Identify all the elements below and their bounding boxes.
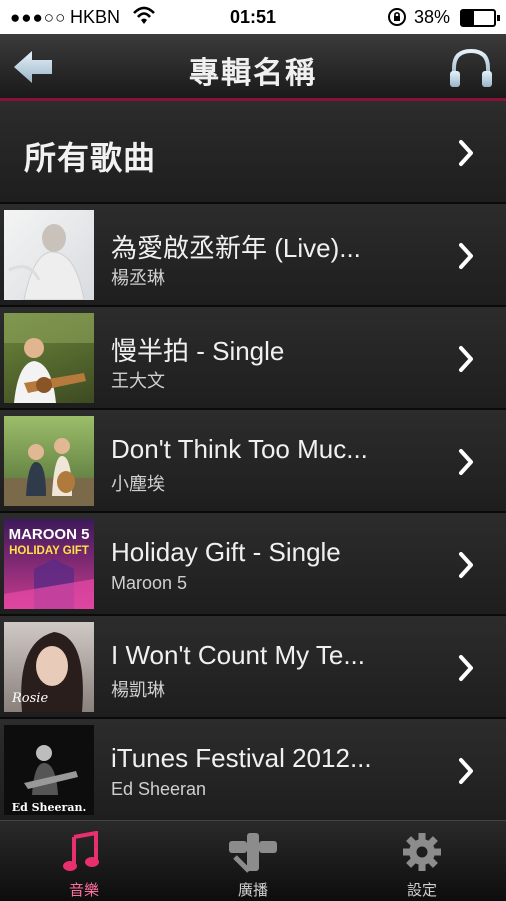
album-art: Ed Sheeran. bbox=[4, 725, 94, 815]
tab-music[interactable]: 音樂 bbox=[0, 821, 168, 901]
chevron-right-icon bbox=[459, 140, 473, 166]
album-art: Rosie bbox=[4, 622, 94, 712]
album-row[interactable]: Don't Think Too Muc... 小塵埃 bbox=[0, 410, 506, 513]
cover-text: Ed Sheeran. bbox=[12, 801, 87, 814]
nav-bar: 專輯名稱 bbox=[0, 34, 506, 101]
album-row[interactable]: 慢半拍 - Single 王大文 bbox=[0, 307, 506, 410]
album-artist: 小塵埃 bbox=[111, 474, 165, 494]
chevron-right-icon bbox=[459, 449, 473, 475]
chevron-right-icon bbox=[459, 552, 473, 578]
album-row[interactable]: MAROON 5 HOLIDAY GIFT Holiday Gift - Sing… bbox=[0, 513, 506, 616]
all-songs-label: 所有歌曲 bbox=[24, 140, 157, 176]
tab-broadcast[interactable]: 廣播 bbox=[169, 821, 337, 901]
battery-icon bbox=[460, 9, 500, 27]
album-art bbox=[4, 210, 94, 300]
album-artist: 楊凱琳 bbox=[111, 680, 165, 700]
music-note-icon bbox=[63, 831, 99, 871]
tab-bar: 音樂 廣播 設定 bbox=[0, 820, 506, 901]
album-row[interactable]: Ed Sheeran. iTunes Festival 2012... Ed S… bbox=[0, 719, 506, 820]
album-artist: 楊丞琳 bbox=[111, 268, 165, 288]
album-art: MAROON 5 HOLIDAY GIFT bbox=[4, 519, 94, 609]
status-bar: ●●●○○ HKBN 01:51 38% bbox=[0, 0, 506, 34]
chevron-right-icon bbox=[459, 758, 473, 784]
tab-label: 設定 bbox=[406, 882, 437, 899]
album-title: 慢半拍 - Single bbox=[111, 336, 285, 366]
album-title: Don't Think Too Muc... bbox=[111, 434, 368, 464]
album-art bbox=[4, 313, 94, 403]
chevron-right-icon bbox=[459, 243, 473, 269]
chevron-right-icon bbox=[459, 346, 473, 372]
cover-text: Rosie bbox=[11, 691, 48, 706]
album-art bbox=[4, 416, 94, 506]
tab-label: 廣播 bbox=[237, 882, 268, 899]
battery-percent: 38% bbox=[414, 7, 451, 27]
album-artist: Ed Sheeran bbox=[111, 779, 207, 799]
album-list[interactable]: 所有歌曲 為愛啟丞新年 (Live)... 楊丞琳 慢半拍 - Single 王… bbox=[0, 101, 506, 820]
album-title: iTunes Festival 2012... bbox=[111, 743, 372, 773]
broadcast-icon bbox=[229, 833, 277, 873]
page-title: 專輯名稱 bbox=[189, 57, 317, 90]
album-row[interactable]: 為愛啟丞新年 (Live)... 楊丞琳 bbox=[0, 204, 506, 307]
cover-text: MAROON 5 bbox=[9, 526, 90, 543]
headphones-icon[interactable] bbox=[448, 46, 494, 90]
album-artist: 王大文 bbox=[111, 371, 165, 391]
tab-label: 音樂 bbox=[68, 882, 99, 899]
album-title: Holiday Gift - Single bbox=[111, 537, 341, 567]
chevron-right-icon bbox=[459, 655, 473, 681]
tab-settings[interactable]: 設定 bbox=[338, 821, 506, 901]
all-songs-row[interactable]: 所有歌曲 bbox=[0, 101, 506, 204]
album-title: I Won't Count My Te... bbox=[111, 640, 365, 670]
cover-text: HOLIDAY GIFT bbox=[9, 545, 89, 557]
album-row[interactable]: Rosie I Won't Count My Te... 楊凱琳 bbox=[0, 616, 506, 719]
rotation-lock-icon bbox=[388, 8, 406, 26]
album-artist: Maroon 5 bbox=[111, 573, 188, 593]
album-title: 為愛啟丞新年 (Live)... bbox=[111, 233, 361, 263]
gear-icon bbox=[403, 833, 441, 871]
